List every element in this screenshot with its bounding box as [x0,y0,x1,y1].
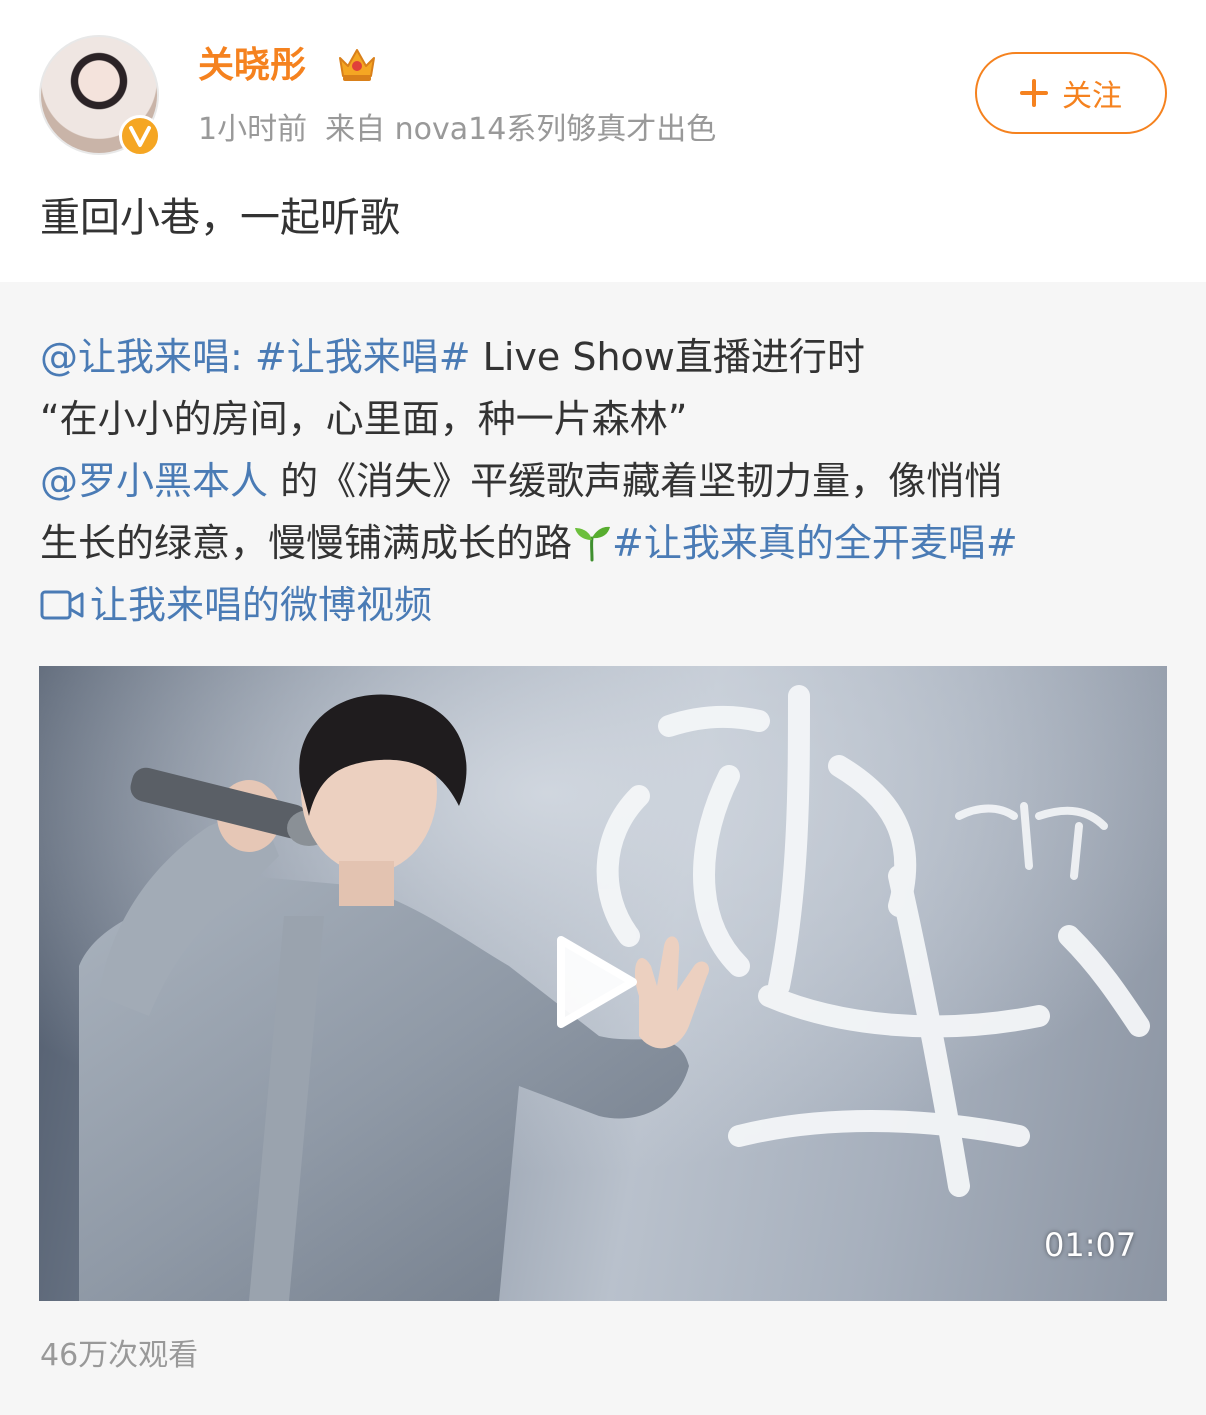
post-header: 关晓彤 1小时前 来自 nova14系列够真才出色 关注 [0,0,1206,160]
verified-badge-icon [119,115,161,157]
mention-link[interactable]: @罗小黑本人 [40,459,268,503]
repost-text: @让我来唱: #让我来唱# Live Show直播进行时 “在小小的房间，心里面… [40,326,1170,636]
repost-line-1-text: Live Show直播进行时 [470,335,865,379]
sprout-icon [575,526,611,562]
video-link[interactable]: 让我来唱的微博视频 [40,583,432,627]
video-duration: 01:07 [1044,1226,1137,1264]
mention-link[interactable]: @让我来唱: [40,335,243,379]
repost-line-2-text: “在小小的房间，心里面，种一片森林” [40,397,688,441]
repost-line-4-text: 生长的绿意，慢慢铺满成长的路 [40,521,573,565]
crown-icon [339,49,375,81]
repost-line-3: @罗小黑本人 的《消失》平缓歌声藏着坚韧力量，像悄悄 [40,450,1170,512]
repost-line-3-text: 的《消失》平缓歌声藏着坚韧力量，像悄悄 [268,459,1003,503]
repost-line-4: 生长的绿意，慢慢铺满成长的路 #让我来真的全开麦唱# [40,512,1170,574]
view-count: 46万次观看 [40,1338,199,1373]
repost-line-5: 让我来唱的微博视频 [40,574,1170,636]
video-camera-icon [40,590,84,620]
hashtag-link[interactable]: #让我来唱# [255,335,471,379]
repost-card[interactable]: @让我来唱: #让我来唱# Live Show直播进行时 “在小小的房间，心里面… [0,282,1206,1415]
post-meta: 1小时前 来自 nova14系列够真才出色 [198,108,716,152]
post-text: 重回小巷，一起听歌 [40,195,400,241]
author-name[interactable]: 关晓彤 [198,42,306,90]
play-icon[interactable] [555,934,639,1030]
repost-line-1: @让我来唱: #让我来唱# Live Show直播进行时 [40,326,1170,388]
video-link-label: 让我来唱的微博视频 [90,583,433,627]
repost-line-2: “在小小的房间，心里面，种一片森林” [40,388,1170,450]
avatar-container[interactable] [39,35,161,157]
follow-button-label: 关注 [1062,79,1122,114]
video-player[interactable]: 01:07 [39,666,1167,1301]
follow-button[interactable]: 关注 [975,52,1167,134]
post-source: 来自 nova14系列够真才出色 [325,112,717,147]
plus-icon [1020,79,1048,107]
hashtag-link[interactable]: #让我来真的全开麦唱# [612,521,1018,565]
post-time: 1小时前 [198,112,308,147]
